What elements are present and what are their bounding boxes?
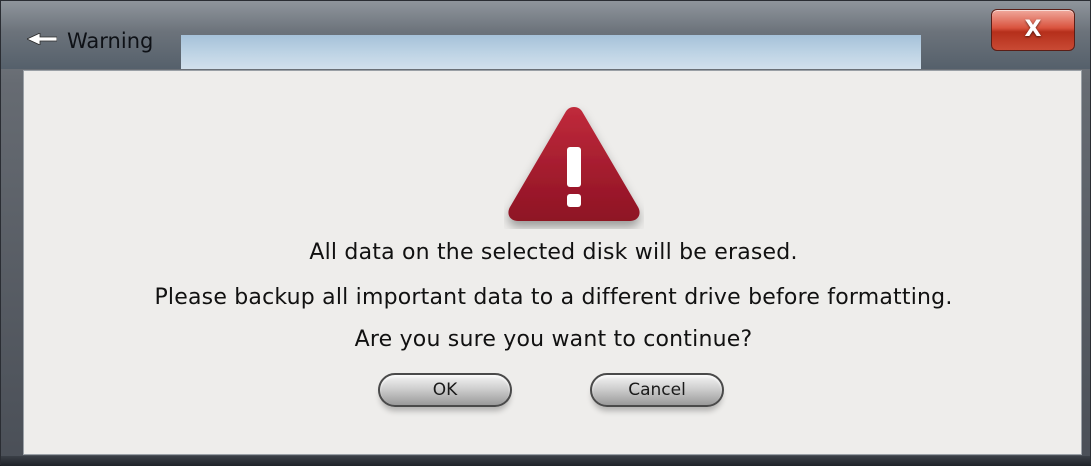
ok-button[interactable]: OK bbox=[378, 373, 512, 407]
eject-arrow-icon bbox=[27, 33, 57, 45]
message-line-1: All data on the selected disk will be er… bbox=[309, 240, 798, 265]
ok-button-label: OK bbox=[432, 380, 458, 400]
cancel-button-label: Cancel bbox=[628, 380, 686, 400]
dialog-body: All data on the selected disk will be er… bbox=[23, 70, 1082, 455]
message-line-2: Please backup all important data to a di… bbox=[154, 285, 953, 310]
title-bar[interactable]: Warning bbox=[1, 1, 1090, 69]
close-icon: X bbox=[1024, 17, 1042, 42]
window-title: Warning bbox=[67, 29, 154, 53]
cancel-button[interactable]: Cancel bbox=[590, 373, 724, 407]
close-button[interactable]: X bbox=[991, 9, 1075, 51]
message-line-3: Are you sure you want to continue? bbox=[354, 327, 753, 352]
warning-triangle-icon bbox=[508, 107, 640, 221]
warning-dialog-window: Warning X All data on the selected disk … bbox=[0, 0, 1091, 466]
